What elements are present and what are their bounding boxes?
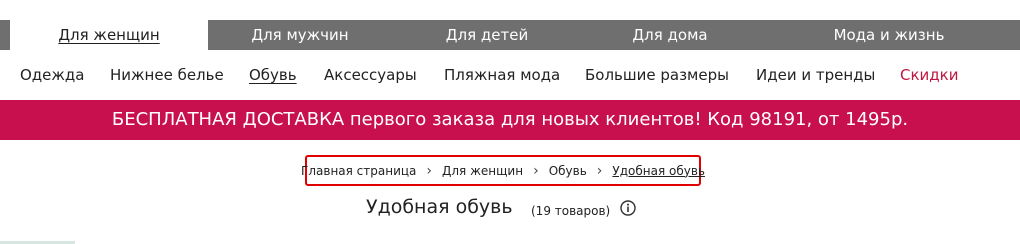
tab-fashion-life[interactable]: Мода и жизнь [758, 20, 1020, 50]
product-count: (19 товаров) [531, 204, 611, 218]
breadcrumb-home[interactable]: Главная страница [301, 164, 416, 178]
breadcrumb-comfort-shoes[interactable]: Удобная обувь [612, 164, 705, 178]
subnav-item-underwear[interactable]: Нижнее белье [110, 66, 224, 84]
tab-women[interactable]: Для женщин [10, 20, 208, 50]
subnav-item-sale[interactable]: Скидки [900, 66, 958, 84]
subnav-item-clothing[interactable]: Одежда [20, 66, 84, 84]
subnav-item-ideas-trends[interactable]: Идеи и тренды [756, 66, 875, 84]
top-strip [0, 0, 1020, 20]
breadcrumb: Главная страница › Для женщин › Обувь › … [301, 155, 705, 186]
chevron-right-icon: › [533, 162, 539, 179]
subnav-item-beachwear[interactable]: Пляжная мода [444, 66, 560, 84]
subnav-item-accessories[interactable]: Аксессуары [324, 66, 417, 84]
tab-kids[interactable]: Для детей [392, 20, 582, 50]
category-navigation: Одежда Нижнее белье Обувь Аксессуары Пля… [0, 50, 1020, 100]
subnav-item-plus-size[interactable]: Большие размеры [585, 66, 729, 84]
subnav-item-shoes[interactable]: Обувь [249, 66, 297, 84]
page-title: Удобная обувь [366, 196, 513, 218]
breadcrumb-women[interactable]: Для женщин [442, 164, 523, 178]
page-title-row: Удобная обувь (19 товаров) [0, 196, 1020, 226]
chevron-right-icon: › [426, 162, 433, 179]
breadcrumb-shoes[interactable]: Обувь [549, 164, 587, 178]
chevron-right-icon: › [596, 162, 603, 179]
info-circle-icon[interactable] [620, 200, 636, 216]
tab-home[interactable]: Для дома [582, 20, 758, 50]
top-navigation: Для женщин Для мужчин Для детей Для дома… [0, 20, 1020, 50]
promo-banner[interactable]: БЕСПЛАТНАЯ ДОСТАВКА первого заказа для н… [0, 100, 1020, 140]
tab-men[interactable]: Для мужчин [208, 20, 392, 50]
top-nav-lead [0, 20, 10, 50]
